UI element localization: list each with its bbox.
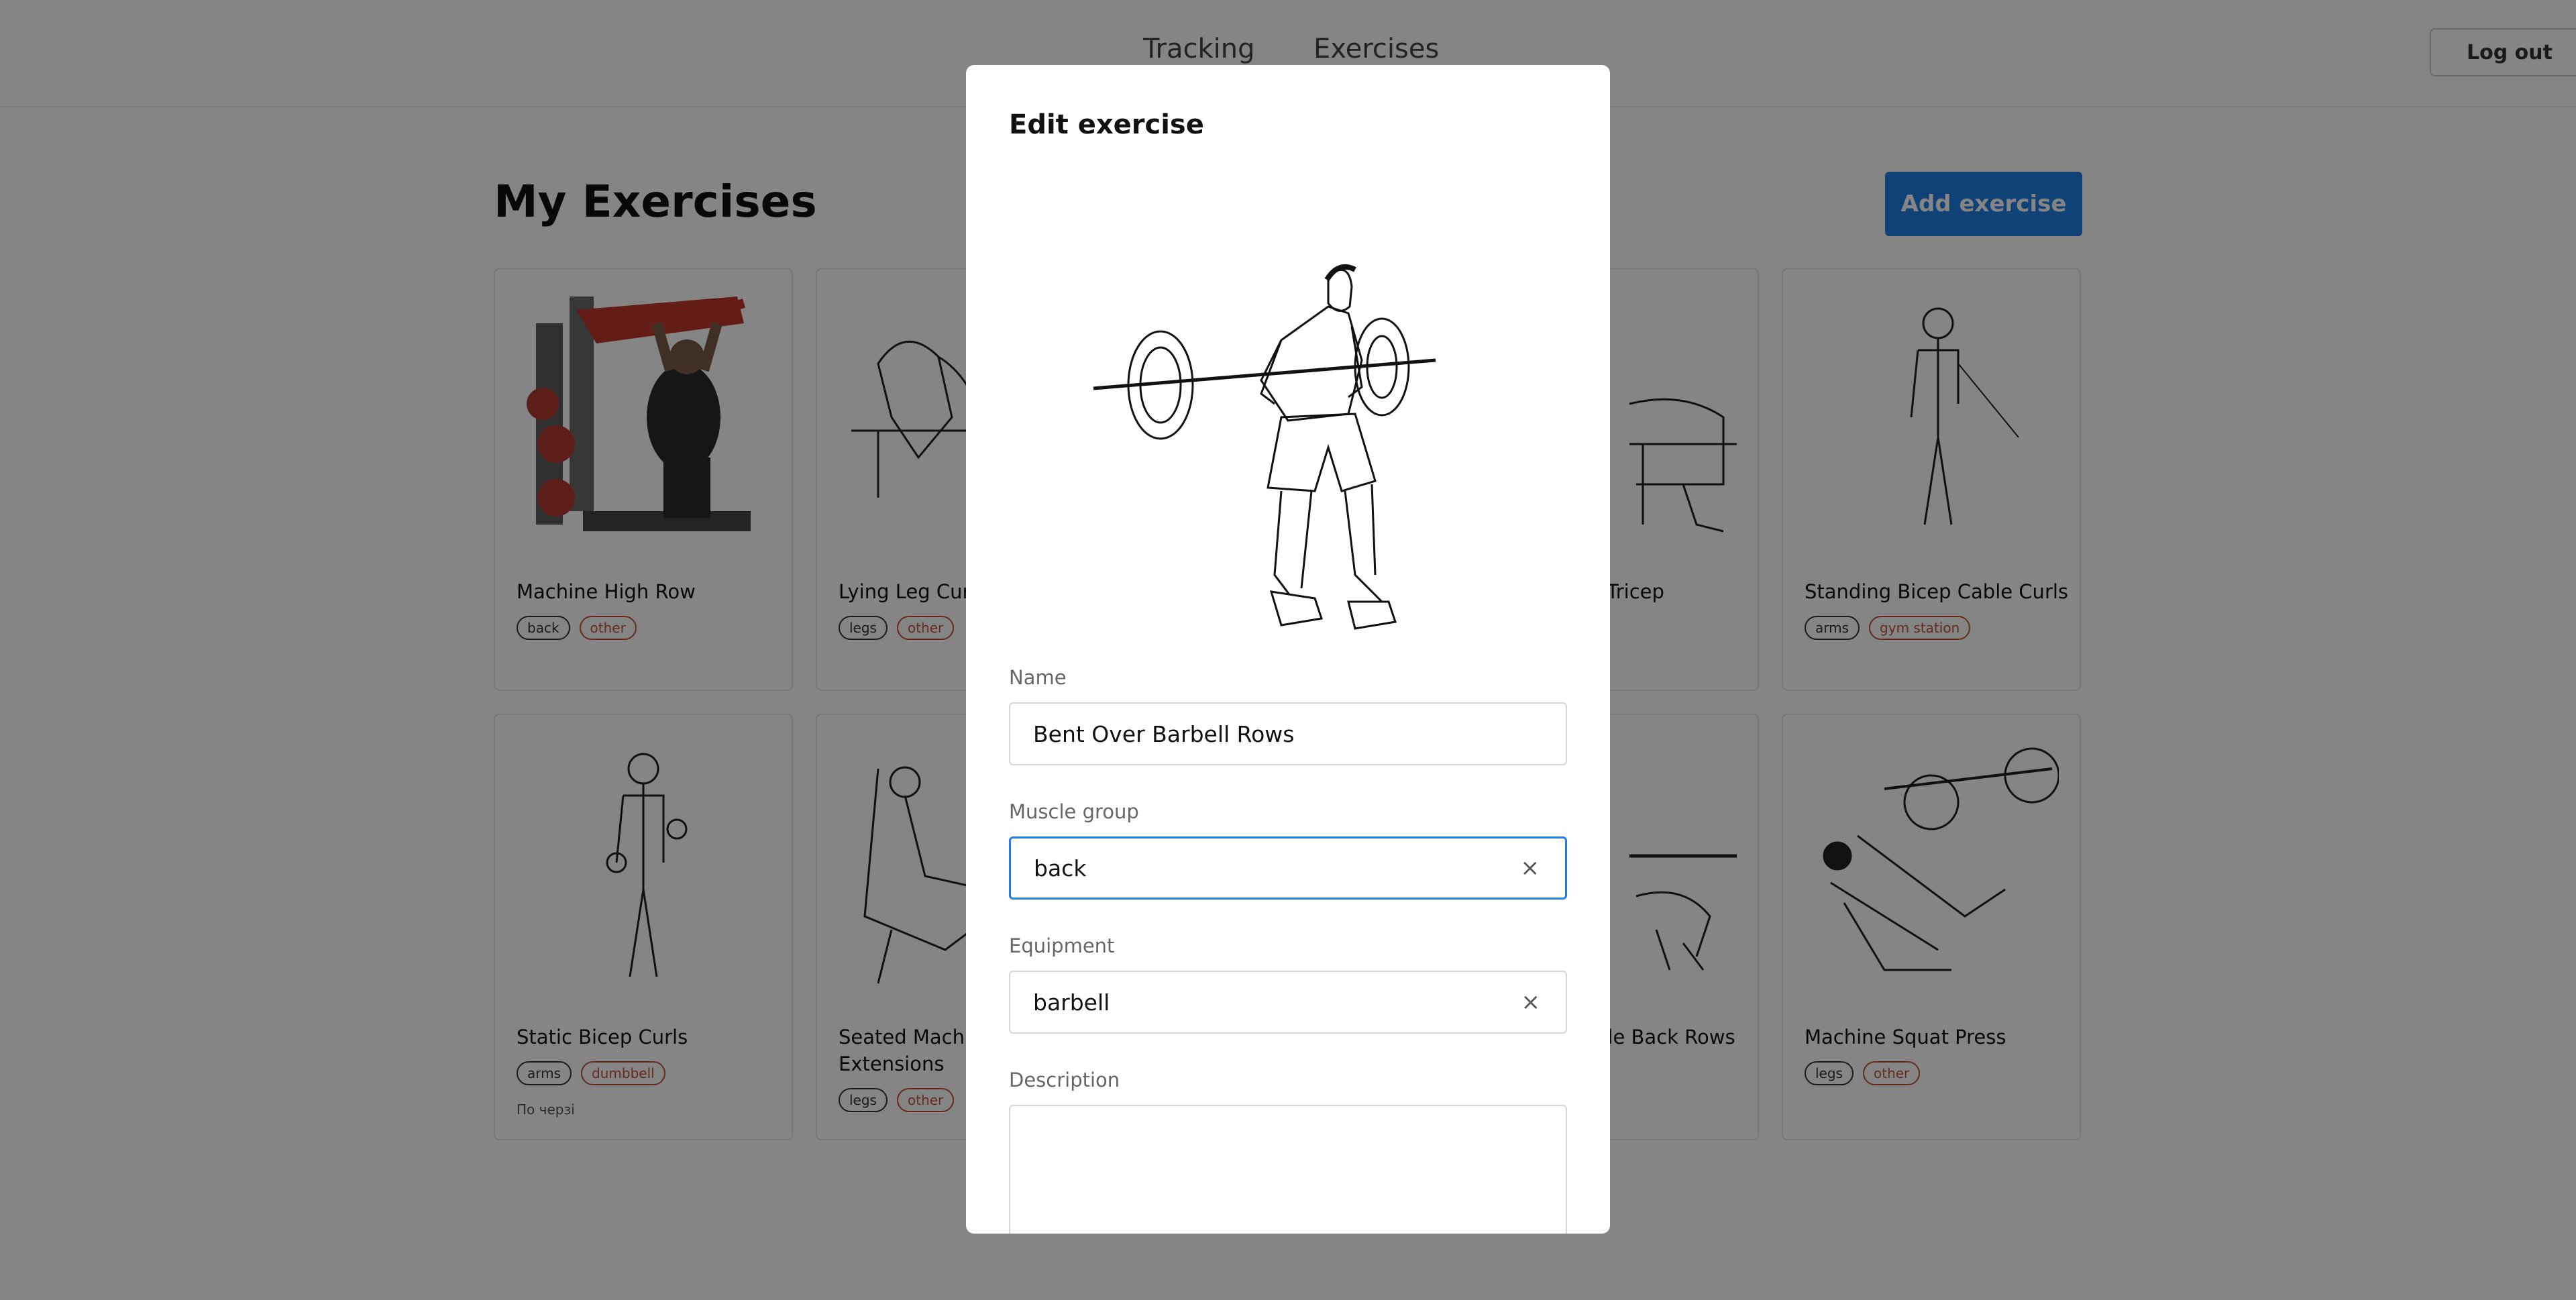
description-label: Description — [1009, 1069, 1120, 1091]
name-label: Name — [1009, 666, 1067, 689]
name-input[interactable]: Bent Over Barbell Rows — [1009, 702, 1567, 765]
equipment-label: Equipment — [1009, 934, 1115, 957]
close-icon[interactable]: × — [1521, 855, 1540, 881]
edit-exercise-modal: Edit exercise Name Bent Over Barbell Row… — [966, 65, 1610, 1234]
equipment-value: barbell — [1033, 989, 1110, 1016]
exercise-image[interactable] — [966, 226, 1610, 655]
equipment-select[interactable]: barbell × — [1009, 971, 1567, 1034]
muscle-group-label: Muscle group — [1009, 800, 1139, 823]
description-textarea[interactable] — [1009, 1105, 1567, 1234]
muscle-group-value: back — [1034, 855, 1087, 881]
modal-title: Edit exercise — [1009, 109, 1204, 140]
close-icon[interactable]: × — [1521, 989, 1541, 1016]
muscle-group-select[interactable]: back × — [1009, 836, 1567, 900]
